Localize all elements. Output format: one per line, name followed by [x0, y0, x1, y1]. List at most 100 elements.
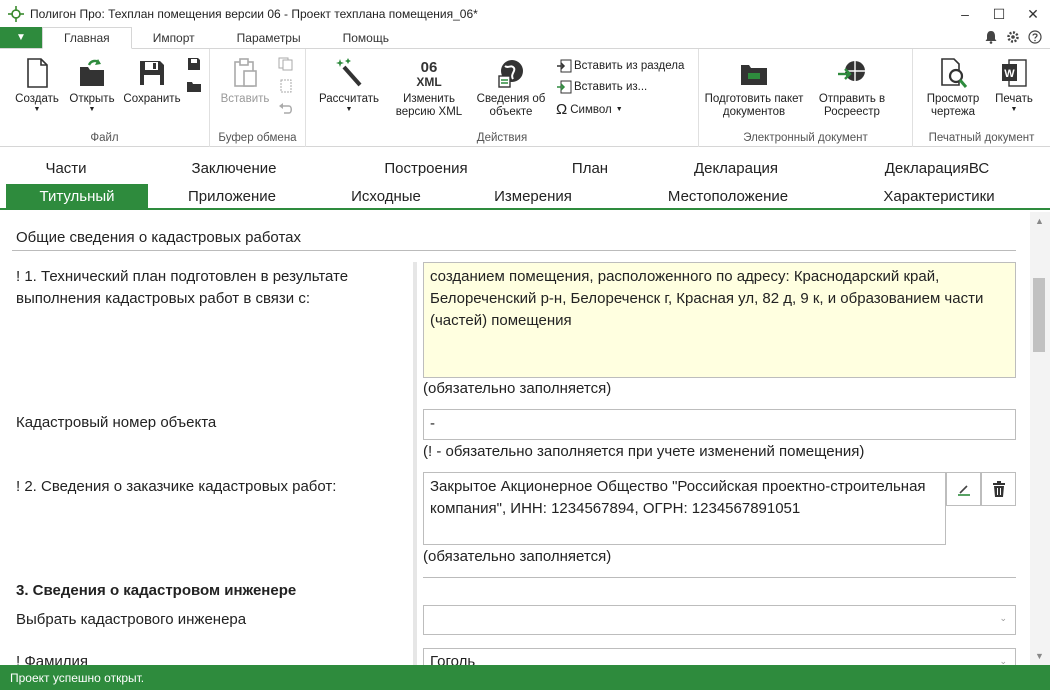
settings-gear-icon[interactable]	[1006, 30, 1020, 44]
ribbon-group-print: Просмотр чертежа W Печать ▼ Печатный док…	[913, 49, 1050, 147]
notification-bell-icon[interactable]	[984, 30, 998, 44]
customer-label: ! 2. Сведения о заказчике кадастровых ра…	[16, 478, 337, 495]
file-menu-button[interactable]: ▼	[0, 27, 42, 48]
chevron-down-icon: ▼	[345, 106, 353, 113]
copy-button[interactable]	[278, 57, 296, 71]
ribbon-quick-tools	[984, 30, 1042, 44]
title-bar: Полигон Про: Техплан помещения версии 06…	[0, 0, 1050, 28]
ribbon-group-clipboard: Вставить Буфер обмена	[210, 49, 306, 147]
change-xml-label-2: версию XML	[395, 106, 463, 118]
choose-engineer-select[interactable]: ⌄	[423, 605, 1016, 635]
clipboard-paste-icon	[234, 58, 257, 87]
save-small-icon	[188, 58, 200, 70]
paste-button[interactable]: Вставить	[220, 57, 270, 106]
open-button[interactable]: Открыть ▼	[66, 57, 118, 114]
pencil-icon	[957, 485, 970, 496]
print-button[interactable]: W Печать ▼	[989, 57, 1039, 114]
open-recent-button[interactable]	[186, 79, 204, 93]
insert-from-section-button[interactable]: Вставить из раздела	[556, 59, 684, 73]
object-info-button[interactable]: Сведения об объекте	[472, 57, 550, 119]
scrollbar-thumb[interactable]	[1033, 278, 1045, 352]
print-label: Печать	[995, 93, 1033, 105]
customer-textarea[interactable]: Закрытое Акционерное Общество "Российска…	[423, 472, 946, 545]
xml-version-number: 06	[420, 59, 438, 76]
tab-characteristics[interactable]: Характеристики	[870, 184, 1008, 208]
tab-source[interactable]: Исходные	[338, 184, 434, 208]
ribbon-group-actions: Рассчитать ▼ 06 XML Изменить версию XML …	[306, 49, 699, 147]
group-label-file: Файл	[90, 132, 119, 144]
scroll-down-arrow-icon[interactable]: ▼	[1035, 651, 1044, 661]
send-label-1: Отправить в	[818, 93, 886, 105]
save-button[interactable]: Сохранить	[122, 57, 182, 106]
tab-location[interactable]: Местоположение	[652, 184, 804, 208]
copy-icon	[278, 57, 293, 71]
tab-declaration-vs[interactable]: ДекларацияВС	[872, 156, 1002, 180]
chevron-down-icon: ▼	[33, 106, 41, 113]
group-label-actions: Действия	[476, 132, 528, 144]
tab-help[interactable]: Помощь	[322, 27, 410, 48]
minimize-button[interactable]: –	[948, 0, 982, 28]
change-xml-label-1: Изменить	[403, 93, 455, 105]
tab-import[interactable]: Импорт	[132, 27, 216, 48]
delete-customer-button[interactable]	[981, 472, 1016, 506]
insert-from-section-label: Вставить из раздела	[574, 60, 685, 72]
maximize-button[interactable]: ☐	[982, 0, 1016, 28]
ribbon: Создать ▼ Открыть ▼ Сохранить Файл Встав…	[0, 49, 1050, 147]
chevron-down-icon: ▼	[1010, 106, 1018, 113]
close-button[interactable]: ✕	[1016, 0, 1050, 28]
chevron-down-icon: ▼	[615, 106, 623, 113]
calculate-button[interactable]: Рассчитать ▼	[314, 57, 384, 114]
new-document-icon	[27, 58, 48, 88]
tab-constructions[interactable]: Построения	[372, 156, 480, 180]
magic-wand-icon	[336, 58, 362, 87]
tab-home[interactable]: Главная	[42, 27, 132, 49]
globe-document-icon	[498, 60, 523, 88]
preview-drawing-button[interactable]: Просмотр чертежа	[921, 57, 985, 119]
cadastral-number-input[interactable]: -	[423, 409, 1016, 440]
chevron-down-icon: ▼	[88, 106, 96, 113]
tab-declaration[interactable]: Декларация	[680, 156, 792, 180]
object-info-label-1: Сведения об	[476, 93, 546, 105]
edit-customer-button[interactable]	[946, 472, 981, 506]
tab-parts[interactable]: Части	[30, 156, 102, 180]
save-as-button[interactable]	[186, 57, 204, 71]
prepare-package-button[interactable]: Подготовить пакет документов	[701, 57, 807, 119]
status-bar: Проект успешно открыт.	[0, 665, 1050, 690]
tab-appendix[interactable]: Приложение	[172, 184, 292, 208]
reason-textarea[interactable]: созданием помещения, расположенного по а…	[423, 262, 1016, 378]
reason-hint: (обязательно заполняется)	[423, 380, 612, 397]
tab-conclusion[interactable]: Заключение	[176, 156, 292, 180]
group-label-clipboard: Буфер обмена	[218, 132, 297, 144]
tab-plan[interactable]: План	[560, 156, 620, 180]
xml-version-text: XML	[416, 75, 442, 89]
save-disk-icon	[140, 61, 164, 85]
calculate-label: Рассчитать	[318, 93, 379, 105]
column-divider	[413, 262, 417, 665]
section-title: Общие сведения о кадастровых работах	[16, 229, 301, 246]
ribbon-tab-bar: ▼ Главная Импорт Параметры Помощь	[0, 27, 1050, 49]
divider	[12, 250, 1016, 251]
insert-from-button[interactable]: Вставить из...	[556, 80, 647, 94]
cadastral-number-hint: (! - обязательно заполняется при учете и…	[423, 443, 865, 460]
undo-button[interactable]	[278, 101, 296, 115]
app-logo-icon	[8, 6, 24, 22]
vertical-scrollbar[interactable]: ▲ ▼	[1030, 212, 1050, 665]
surname-label: ! Фамилия	[16, 653, 89, 665]
cut-button[interactable]	[278, 79, 296, 93]
symbol-label: Символ	[570, 103, 612, 116]
send-label-2: Росреестр	[824, 106, 880, 118]
group-label-print: Печатный документ	[928, 132, 1035, 144]
surname-value: Гоголь	[430, 653, 476, 665]
help-question-icon[interactable]	[1028, 30, 1042, 44]
xml-version-icon: 06 XML	[416, 57, 441, 93]
create-button[interactable]: Создать ▼	[14, 57, 60, 114]
surname-select[interactable]: Гоголь ⌄	[423, 648, 1016, 665]
send-rosreestr-button[interactable]: Отправить в Росреестр	[811, 57, 893, 119]
change-xml-version-button[interactable]: 06 XML Изменить версию XML	[386, 57, 472, 119]
scroll-up-arrow-icon[interactable]: ▲	[1035, 216, 1044, 226]
tab-measurements[interactable]: Измерения	[478, 184, 588, 208]
tab-parameters[interactable]: Параметры	[216, 27, 322, 48]
symbol-button[interactable]: Ω Символ ▼	[556, 101, 623, 118]
create-label: Создать	[15, 93, 59, 105]
tab-title[interactable]: Титульный	[6, 184, 148, 208]
